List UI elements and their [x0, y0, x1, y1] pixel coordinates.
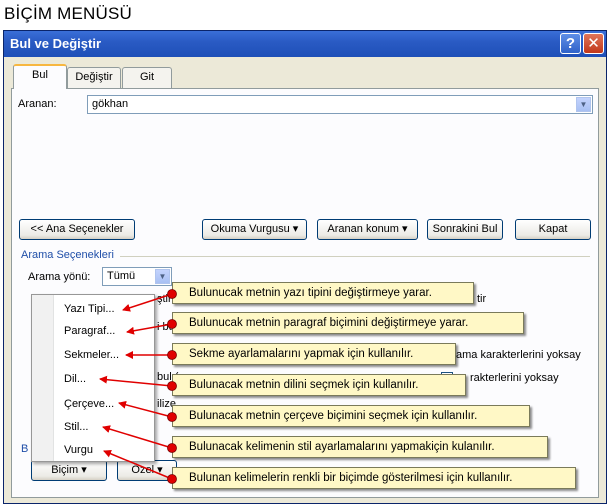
find-next-button[interactable]: Sonrakini Bul: [427, 219, 503, 240]
search-direction-label: Arama yönü:: [28, 271, 91, 283]
menu-icon-strip: [32, 295, 54, 461]
dialog-title: Bul ve Değiştir: [10, 36, 102, 51]
find-replace-dialog: Bul ve Değiştir ? ✕ Bul Değiştir Git Ara…: [3, 30, 607, 504]
menu-item-tabs[interactable]: Sekmeler...: [64, 349, 119, 361]
option-text-fragment: tir: [477, 293, 487, 305]
dropdown-arrow-icon: ▾: [402, 223, 408, 235]
format-button[interactable]: Biçim ▾: [31, 460, 107, 481]
menu-item-highlight[interactable]: Vurgu: [64, 444, 93, 456]
title-bar[interactable]: Bul ve Değiştir ? ✕: [4, 31, 606, 57]
callout-paragraph: Bulunucak metnin paragraf biçimini değiş…: [172, 312, 524, 334]
menu-item-style[interactable]: Stil...: [64, 421, 88, 433]
chevron-down-icon[interactable]: ▼: [155, 269, 170, 284]
callout-style: Bulunacak kelimenin stil ayarlamalarını …: [172, 436, 548, 458]
close-button[interactable]: Kapat: [515, 219, 591, 240]
menu-item-paragraph[interactable]: Paragraf...: [64, 325, 115, 337]
callout-language: Bulunacak metnin dilini seçmek için kull…: [172, 374, 466, 396]
search-label: Aranan:: [18, 98, 57, 110]
section-title-fragment: B: [21, 443, 29, 455]
tab-replace[interactable]: Değiştir: [67, 67, 121, 88]
callout-tabs: Sekme ayarlamalarını yapmak için kullanı…: [172, 343, 456, 365]
section-divider: [120, 256, 590, 257]
option-text-fragment: ama karakterlerini yoksay: [456, 349, 581, 361]
dropdown-arrow-icon: ▾: [81, 464, 87, 476]
special-button[interactable]: Özel ▾: [117, 460, 177, 481]
dropdown-arrow-icon: ▾: [157, 464, 163, 476]
option-text-fragment: rakterlerini yoksay: [470, 372, 559, 384]
less-options-button[interactable]: << Ana Seçenekler: [19, 219, 135, 240]
search-input[interactable]: gökhan: [87, 95, 593, 114]
close-icon[interactable]: ✕: [583, 33, 604, 54]
help-button[interactable]: ?: [560, 33, 581, 54]
option-text-fragment: ştir: [157, 293, 172, 305]
reading-highlight-button[interactable]: Okuma Vurgusu ▾: [202, 219, 307, 240]
find-in-button[interactable]: Aranan konum ▾: [317, 219, 418, 240]
callout-highlight: Bulunan kelimelerin renkli bir biçimde g…: [172, 467, 576, 489]
menu-item-frame[interactable]: Çerçeve...: [64, 398, 114, 410]
dropdown-arrow-icon: ▾: [292, 223, 299, 235]
chevron-down-icon[interactable]: ▼: [576, 97, 591, 112]
menu-item-language[interactable]: Dil...: [64, 373, 86, 385]
search-value: gökhan: [92, 98, 129, 110]
tab-find[interactable]: Bul: [13, 64, 67, 89]
search-options-title: Arama Seçenekleri: [21, 249, 114, 261]
format-menu: Yazı Tipi... Paragraf... Sekmeler... Dil…: [31, 294, 155, 462]
tab-goto[interactable]: Git: [122, 67, 172, 88]
callout-frame: Bulunacak metnin çerçeve biçimini seçmek…: [172, 405, 530, 427]
menu-item-font[interactable]: Yazı Tipi...: [64, 303, 115, 315]
callout-font: Bulunucak metnin yazı tipini değiştirmey…: [172, 282, 474, 304]
page-title: BİÇİM MENÜSÜ: [4, 4, 133, 23]
